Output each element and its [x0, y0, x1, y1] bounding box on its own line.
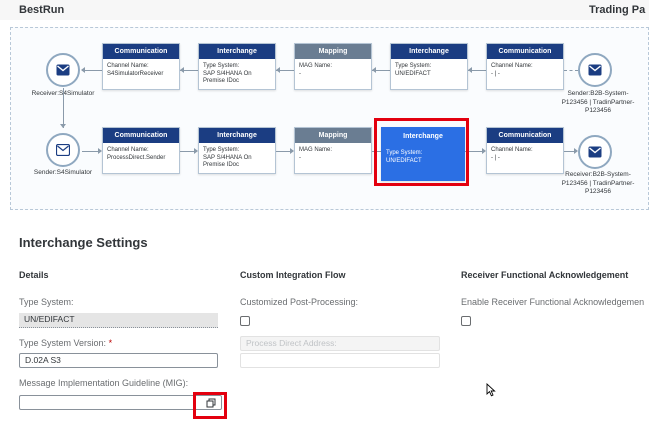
step-title: Communication: [103, 44, 179, 59]
row1-arrow: [276, 67, 280, 73]
row2-step-mapping[interactable]: Mapping MAG Name: -: [294, 127, 372, 174]
required-marker: *: [108, 338, 113, 348]
process-direct-address-field[interactable]: Process Direct Address:: [240, 336, 440, 351]
step-title: Mapping: [295, 128, 371, 143]
label-line: P123456 | TradinPartner-: [561, 98, 635, 106]
row1-arrow: [372, 67, 376, 73]
row1-start-node[interactable]: [46, 53, 80, 87]
mail-icon: [56, 144, 70, 156]
row1-arrow: [180, 67, 184, 73]
receiver-ack-title: Receiver Functional Acknowledgement: [461, 270, 629, 280]
type-system-version-field[interactable]: D.02A S3: [19, 353, 218, 368]
row2-connector: [82, 151, 98, 152]
label-line: P123456 | TradinPartner-: [561, 179, 635, 187]
row1-step-communication-1[interactable]: Communication Channel Name: S4SimulatorRe…: [102, 43, 180, 90]
step-line: SAP S/4HANA On: [203, 154, 252, 161]
step-line: Premise IDoc: [203, 162, 240, 168]
step-line: Type System:: [203, 63, 240, 69]
step-line: Type System:: [395, 63, 432, 69]
mig-label: Message Implementation Guideline (MIG):: [19, 378, 189, 388]
step-title: Communication: [103, 128, 179, 143]
step-line: S4SimulatorReceiver: [107, 70, 164, 77]
step-title: Interchange: [391, 44, 467, 59]
row2-connector: [276, 151, 290, 152]
highlight-box-selected-step: [374, 118, 469, 186]
mouse-cursor-icon: [486, 383, 496, 397]
row1-step-interchange-2[interactable]: Interchange Type System: UN/EDIFACT: [390, 43, 468, 90]
row1-arrow: [81, 67, 85, 73]
type-system-label: Type System:: [19, 297, 74, 307]
step-title: Mapping: [295, 44, 371, 59]
step-line: -: [299, 70, 301, 77]
step-line: MAG Name:: [299, 63, 333, 69]
brand-name: BestRun: [19, 4, 65, 16]
row1-connector: [82, 70, 102, 71]
step-line: UN/EDIFACT: [395, 70, 431, 77]
row1-step-communication-2[interactable]: Communication Channel Name: - | -: [486, 43, 564, 90]
step-title: Communication: [487, 128, 563, 143]
post-processing-checkbox[interactable]: [240, 316, 250, 326]
mail-icon: [56, 64, 70, 76]
label-line: P123456: [584, 188, 612, 195]
step-title: Interchange: [199, 44, 275, 59]
row1-step-mapping[interactable]: Mapping MAG Name: -: [294, 43, 372, 90]
row1-connector: [564, 70, 578, 71]
step-title: Communication: [487, 44, 563, 59]
row1-end-label: Sender:B2B-System- P123456 | TradinPartn…: [548, 90, 648, 116]
custom-flow-title: Custom Integration Flow: [240, 270, 346, 280]
row1-end-node[interactable]: [578, 53, 612, 87]
flow-canvas: Receiver:S4Simulator Communication Chann…: [10, 27, 649, 210]
type-system-value: UN/EDIFACT: [19, 313, 218, 328]
label-text: Type System Version:: [19, 338, 107, 348]
row1-step-interchange-1[interactable]: Interchange Type System: SAP S/4HANA On Pr…: [198, 43, 276, 90]
enable-ack-checkbox[interactable]: [461, 316, 471, 326]
enable-ack-label: Enable Receiver Functional Acknowledgeme…: [461, 297, 645, 307]
row2-start-label: Sender:S4Simulator: [33, 169, 93, 176]
step-line: -: [299, 154, 301, 161]
row2-step-interchange-1[interactable]: Interchange Type System: SAP S/4HANA On Pr…: [198, 127, 276, 174]
process-direct-address-input[interactable]: [240, 353, 440, 368]
label-line: Receiver:B2B-System-: [565, 171, 631, 178]
highlight-box-mig-button: [193, 392, 227, 419]
label-line: Sender:B2B-System-: [567, 90, 629, 97]
step-line: Channel Name:: [107, 147, 149, 153]
step-line: Type System:: [203, 147, 240, 153]
row2-start-node[interactable]: [46, 133, 80, 167]
settings-title: Interchange Settings: [19, 235, 148, 250]
step-line: - | -: [491, 154, 500, 161]
step-line: Premise IDoc: [203, 78, 240, 84]
details-title: Details: [19, 270, 49, 280]
row2-connector: [564, 151, 574, 152]
label-line: P123456: [584, 107, 612, 114]
step-line: - | -: [491, 70, 500, 77]
row1-arrow: [468, 67, 472, 73]
row-link-arrow: [60, 124, 66, 128]
step-line: Channel Name:: [491, 147, 533, 153]
mail-icon: [588, 146, 602, 158]
step-line: MAG Name:: [299, 147, 333, 153]
mig-field[interactable]: [19, 395, 222, 410]
step-title: Interchange: [199, 128, 275, 143]
partner-title: Trading Pa: [589, 4, 646, 16]
row2-step-communication-2[interactable]: Communication Channel Name: - | -: [486, 127, 564, 174]
type-system-version-label: Type System Version: *: [19, 338, 112, 348]
step-line: Channel Name:: [107, 63, 149, 69]
row-link-connector: [63, 88, 64, 128]
row2-step-communication-1[interactable]: Communication Channel Name: ProcessDirect…: [102, 127, 180, 174]
mail-icon: [588, 64, 602, 76]
post-processing-label: Customized Post-Processing:: [240, 297, 359, 307]
step-line: Channel Name:: [491, 63, 533, 69]
row2-connector: [180, 151, 194, 152]
step-line: ProcessDirect.Sender: [107, 154, 166, 161]
row2-end-node[interactable]: [578, 135, 612, 169]
step-line: SAP S/4HANA On: [203, 70, 252, 77]
shell-header: BestRun Trading Pa: [0, 0, 649, 20]
row2-end-label: Receiver:B2B-System- P123456 | TradinPar…: [548, 171, 648, 197]
